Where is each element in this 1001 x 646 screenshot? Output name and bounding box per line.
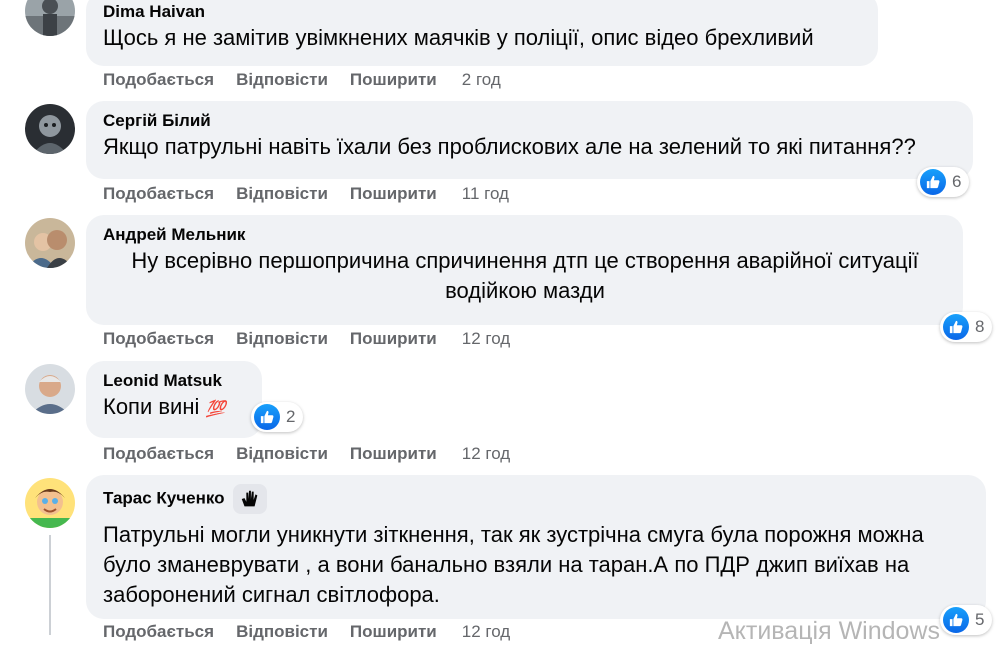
comment-author: Тарас Кученко — [103, 484, 970, 514]
thumbs-up-icon — [920, 169, 946, 195]
avatar[interactable] — [25, 104, 75, 154]
hundred-points-emoji: 💯 — [205, 401, 226, 418]
reaction-number: 2 — [286, 407, 296, 426]
comment-bubble: Андрей Мельник Ну всерівно першопричина … — [86, 215, 963, 325]
comment-author[interactable]: Leonid Matsuk — [103, 370, 246, 392]
comment-bubble: Сергій Білий Якщо патрульні навіть їхали… — [86, 101, 973, 179]
share-button[interactable]: Поширити — [350, 184, 437, 203]
reply-button[interactable]: Відповісти — [236, 184, 328, 203]
comment-author-name[interactable]: Тарас Кученко — [103, 488, 225, 507]
reply-button[interactable]: Відповісти — [236, 444, 328, 463]
share-button[interactable]: Поширити — [350, 70, 437, 89]
like-button[interactable]: Подобається — [103, 329, 214, 348]
like-button[interactable]: Подобається — [103, 184, 214, 203]
reaction-count[interactable]: 2 — [251, 402, 304, 432]
reply-button[interactable]: Відповісти — [236, 622, 328, 641]
reaction-number: 8 — [975, 317, 985, 336]
comment-actions: Подобається Відповісти Поширити 2 год — [103, 69, 501, 91]
comment-text: Якщо патрульні навіть їхали без проблиск… — [103, 134, 916, 159]
comment-text: Патрульні могли уникнути зіткнення, так … — [103, 522, 930, 607]
like-button[interactable]: Подобається — [103, 622, 214, 641]
thumbs-up-icon — [943, 314, 969, 340]
share-button[interactable]: Поширити — [350, 444, 437, 463]
avatar[interactable] — [25, 478, 75, 528]
sign-language-badge-icon — [232, 484, 267, 514]
windows-activation-watermark: Активація Windows — [718, 617, 940, 645]
reaction-count[interactable]: 8 — [940, 312, 993, 342]
comment-actions: Подобається Відповісти Поширити 12 год — [103, 621, 510, 643]
reaction-number: 5 — [975, 610, 985, 629]
comment-timestamp[interactable]: 12 год — [462, 329, 510, 348]
reaction-number: 6 — [952, 172, 962, 191]
avatar[interactable] — [25, 0, 75, 36]
comment-text: Щось я не замітив увімкнених маячків у п… — [103, 25, 814, 50]
reaction-count[interactable]: 5 — [940, 605, 993, 635]
like-button[interactable]: Подобається — [103, 70, 214, 89]
comment-actions: Подобається Відповісти Поширити 11 год — [103, 183, 509, 205]
comment-timestamp[interactable]: 2 год — [462, 70, 501, 89]
share-button[interactable]: Поширити — [350, 622, 437, 641]
comment-text: Ну всерівно першопричина спричинення дтп… — [131, 248, 925, 303]
avatar[interactable] — [25, 218, 75, 268]
comment-actions: Подобається Відповісти Поширити 12 год — [103, 443, 510, 465]
comment-timestamp[interactable]: 12 год — [462, 622, 510, 641]
reply-button[interactable]: Відповісти — [236, 70, 328, 89]
comment-author[interactable]: Dima Haivan — [103, 1, 862, 23]
like-button[interactable]: Подобається — [103, 444, 214, 463]
comment-text: Копи вині 💯 — [103, 392, 246, 425]
comment-bubble: Leonid Matsuk Копи вині 💯 — [86, 361, 262, 438]
reaction-count[interactable]: 6 — [917, 167, 970, 197]
thread-line — [49, 535, 51, 635]
comment-timestamp[interactable]: 11 год — [462, 184, 509, 203]
comment-author[interactable]: Андрей Мельник — [103, 224, 947, 246]
comment-text-content: Копи вині — [103, 394, 200, 419]
comment-timestamp[interactable]: 12 год — [462, 444, 510, 463]
reply-button[interactable]: Відповісти — [236, 329, 328, 348]
thumbs-up-icon — [254, 404, 280, 430]
comment-author[interactable]: Сергій Білий — [103, 110, 957, 132]
comment-bubble: Тарас Кученко Патрульні могли уникнути з… — [86, 475, 986, 619]
comment-actions: Подобається Відповісти Поширити 12 год — [103, 328, 510, 350]
avatar[interactable] — [25, 364, 75, 414]
share-button[interactable]: Поширити — [350, 329, 437, 348]
comment-bubble: Dima Haivan Щось я не замітив увімкнених… — [86, 0, 878, 66]
thumbs-up-icon — [943, 607, 969, 633]
